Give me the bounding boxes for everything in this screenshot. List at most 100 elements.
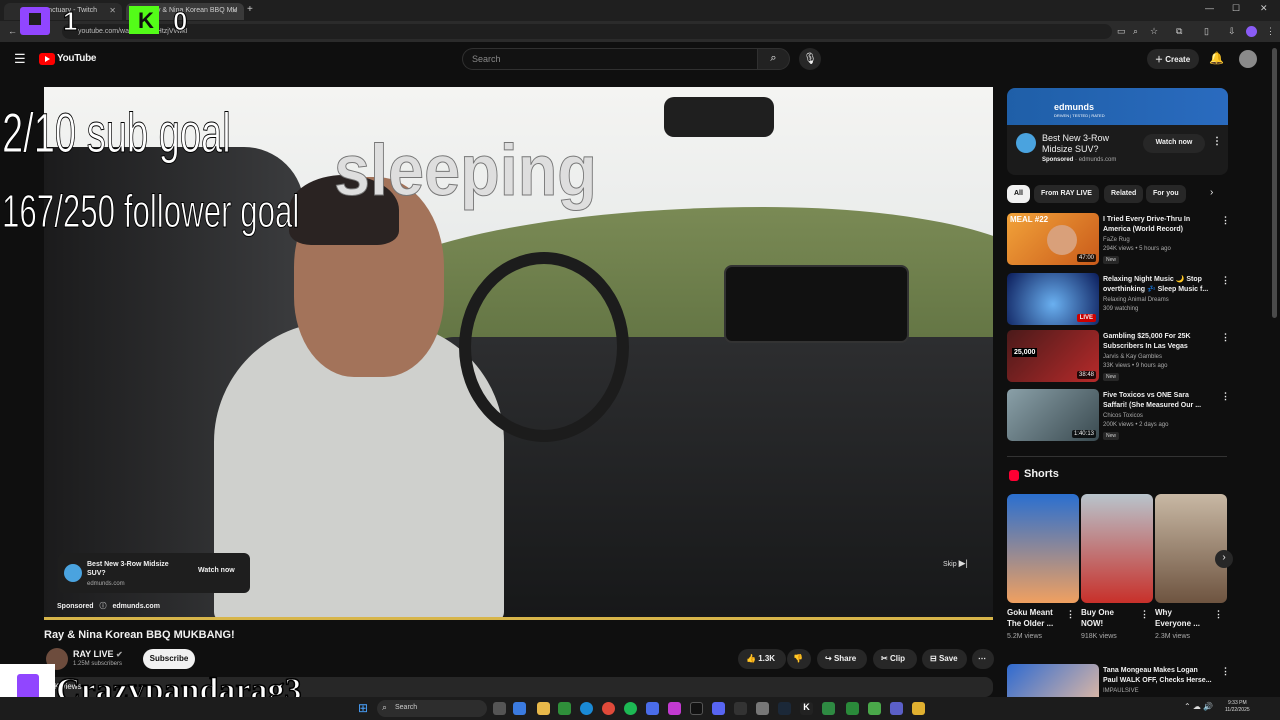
app-icon[interactable] [846,702,859,715]
video-ad-card[interactable]: Best New 3-Row Midsize SUV? edmunds.com … [58,553,250,593]
tray-icons[interactable]: ⌃ ☁ 🔊 [1184,702,1213,711]
windows-start-icon[interactable]: ⊞ [358,701,368,715]
app-icon[interactable] [912,702,925,715]
copilot-icon[interactable] [513,702,526,715]
xbox-icon[interactable] [868,702,881,715]
more-options-icon[interactable]: ⋮ [1066,609,1075,620]
close-icon[interactable]: ✕ [231,6,238,15]
task-view-icon[interactable] [493,702,506,715]
shorts-next-arrow-icon[interactable]: › [1215,550,1233,568]
app-icon[interactable] [646,702,659,715]
bookmark-star-icon[interactable]: ☆ [1150,26,1158,37]
video-thumbnail[interactable] [1007,664,1099,697]
close-window-icon[interactable]: ✕ [1260,3,1268,14]
youtube-logo-text[interactable]: YouTube [57,53,97,64]
share-label: Share [833,654,857,663]
spotify-icon[interactable] [624,702,637,715]
sidebar-ad-banner[interactable]: edmunds DRIVEN | TESTED | RATED [1007,88,1228,125]
short-thumbnail[interactable] [1081,494,1153,603]
chip-from-channel[interactable]: From RAY LIVE [1034,185,1099,203]
recommendation-item[interactable]: 25,000 38:48 Gambling $25,000 For 25K Su… [1007,330,1230,382]
extensions-icon[interactable]: ⧉ [1176,26,1182,37]
app-icon[interactable] [668,702,681,715]
page-scrollbar[interactable] [1272,48,1277,318]
account-avatar[interactable] [1239,50,1257,68]
sidebar-ad-watch-now-button[interactable]: Watch now [1143,134,1205,153]
minimize-icon[interactable]: — [1205,3,1214,13]
more-options-icon[interactable]: ⋮ [1221,275,1230,286]
channel-name[interactable]: RAY LIVE ✔ [73,649,123,659]
video-thumbnail[interactable]: LIVE [1007,273,1099,325]
chevron-right-icon[interactable]: › [1210,187,1213,198]
voice-search-button[interactable]: 🎙 [799,48,821,70]
hamburger-menu-icon[interactable]: ☰ [14,51,26,67]
sponsored-domain[interactable]: edmunds.com [112,603,159,610]
video-thumbnail[interactable]: 1:40:13 [1007,389,1099,441]
more-options-icon[interactable]: ⋮ [1221,332,1230,343]
more-options-icon[interactable]: ⋮ [1221,391,1230,402]
ad-progress-bar[interactable] [44,617,993,620]
dislike-button[interactable]: 👎 [787,649,811,669]
sidebar-ad-card[interactable]: Best New 3-Row Midsize SUV? Sponsored · … [1007,125,1228,175]
video-thumbnail[interactable]: MEAL #22 47:00 [1007,213,1099,265]
file-explorer-icon[interactable] [537,702,550,715]
more-options-icon[interactable]: ⋮ [1140,609,1149,620]
subscribe-button[interactable]: Subscribe [143,649,195,669]
chrome-icon[interactable] [602,702,615,715]
search-input[interactable]: Search [462,48,758,70]
app-icon[interactable] [822,702,835,715]
like-button[interactable]: 👍 1.3K [738,649,786,669]
youtube-logo-icon[interactable] [39,53,55,65]
short-title[interactable]: Buy One NOW! [1081,607,1136,629]
recommendation-item[interactable]: 1:40:13 Five Toxicos vs ONE Sara Saffari… [1007,389,1230,441]
notifications-bell-icon[interactable]: 🔔 [1209,51,1224,65]
recommendation-title: Tana Mongeau Makes Logan Paul WALK OFF, … [1103,667,1212,684]
recommendation-item[interactable]: LIVE Relaxing Night Music 🌙 Stop overthi… [1007,273,1230,325]
short-thumbnail[interactable] [1007,494,1079,603]
maximize-icon[interactable]: ☐ [1232,3,1240,14]
sidebar-ad-more-icon[interactable]: ⋮ [1212,136,1222,147]
more-options-icon[interactable]: ⋮ [1214,609,1223,620]
discord-icon[interactable] [712,702,725,715]
chip-for-you[interactable]: For you [1146,185,1186,203]
menu-dots-icon[interactable]: ⋮ [1266,26,1275,37]
store-icon[interactable] [558,702,571,715]
profile-avatar[interactable] [1246,26,1257,37]
app-icon[interactable] [734,702,747,715]
taskbar-clock[interactable]: 9:33 PM 11/22/2025 [1225,700,1250,714]
new-tab-icon[interactable]: + [247,4,253,15]
clip-button[interactable]: ✂ Clip [873,649,917,669]
downloads-icon[interactable]: ⇩ [1228,26,1236,37]
recommendation-item[interactable]: MEAL #22 47:00 I Tried Every Drive-Thru … [1007,213,1230,265]
taskbar-search-input[interactable]: ⌕ Search [377,700,487,717]
share-button[interactable]: ↪ Share [817,649,867,669]
search-button[interactable]: ⌕ [757,48,790,70]
cast-icon[interactable]: ▭ [1117,26,1126,37]
app-icon[interactable] [756,702,769,715]
close-icon[interactable]: ✕ [109,6,116,15]
teams-icon[interactable] [890,702,903,715]
sidepanel-icon[interactable]: ▯ [1204,26,1209,37]
short-thumbnail[interactable] [1155,494,1227,603]
steam-icon[interactable] [778,702,791,715]
back-icon[interactable]: ← [8,26,17,36]
info-icon[interactable]: ⓘ [100,603,107,610]
short-title[interactable]: Why Everyone ... [1155,607,1210,629]
more-actions-button[interactable]: ⋯ [972,649,994,669]
video-thumbnail[interactable]: 25,000 38:48 [1007,330,1099,382]
short-title[interactable]: Goku Meant The Older ... [1007,607,1062,629]
more-options-icon[interactable]: ⋮ [1221,666,1227,677]
chip-all[interactable]: All [1007,185,1030,203]
save-button[interactable]: ⊟ Save [922,649,967,669]
edge-icon[interactable] [580,702,593,715]
create-button[interactable]: ＋ Create [1147,49,1199,69]
url-input[interactable]: youtube.com/watch?v=cJHtzjVvwkI [62,24,1112,39]
chip-related[interactable]: Related [1104,185,1144,203]
skip-ad-button[interactable]: Skip ▶| [943,558,968,569]
video-ad-watch-now-button[interactable]: Watch now [198,567,235,574]
recommendation-item[interactable]: Tana Mongeau Makes Logan Paul WALK OFF, … [1007,664,1227,697]
more-options-icon[interactable]: ⋮ [1221,215,1230,226]
zoom-icon[interactable]: ⌕ [1133,26,1138,37]
kick-app-icon[interactable]: K [800,702,813,715]
tiktok-icon[interactable] [690,702,703,715]
